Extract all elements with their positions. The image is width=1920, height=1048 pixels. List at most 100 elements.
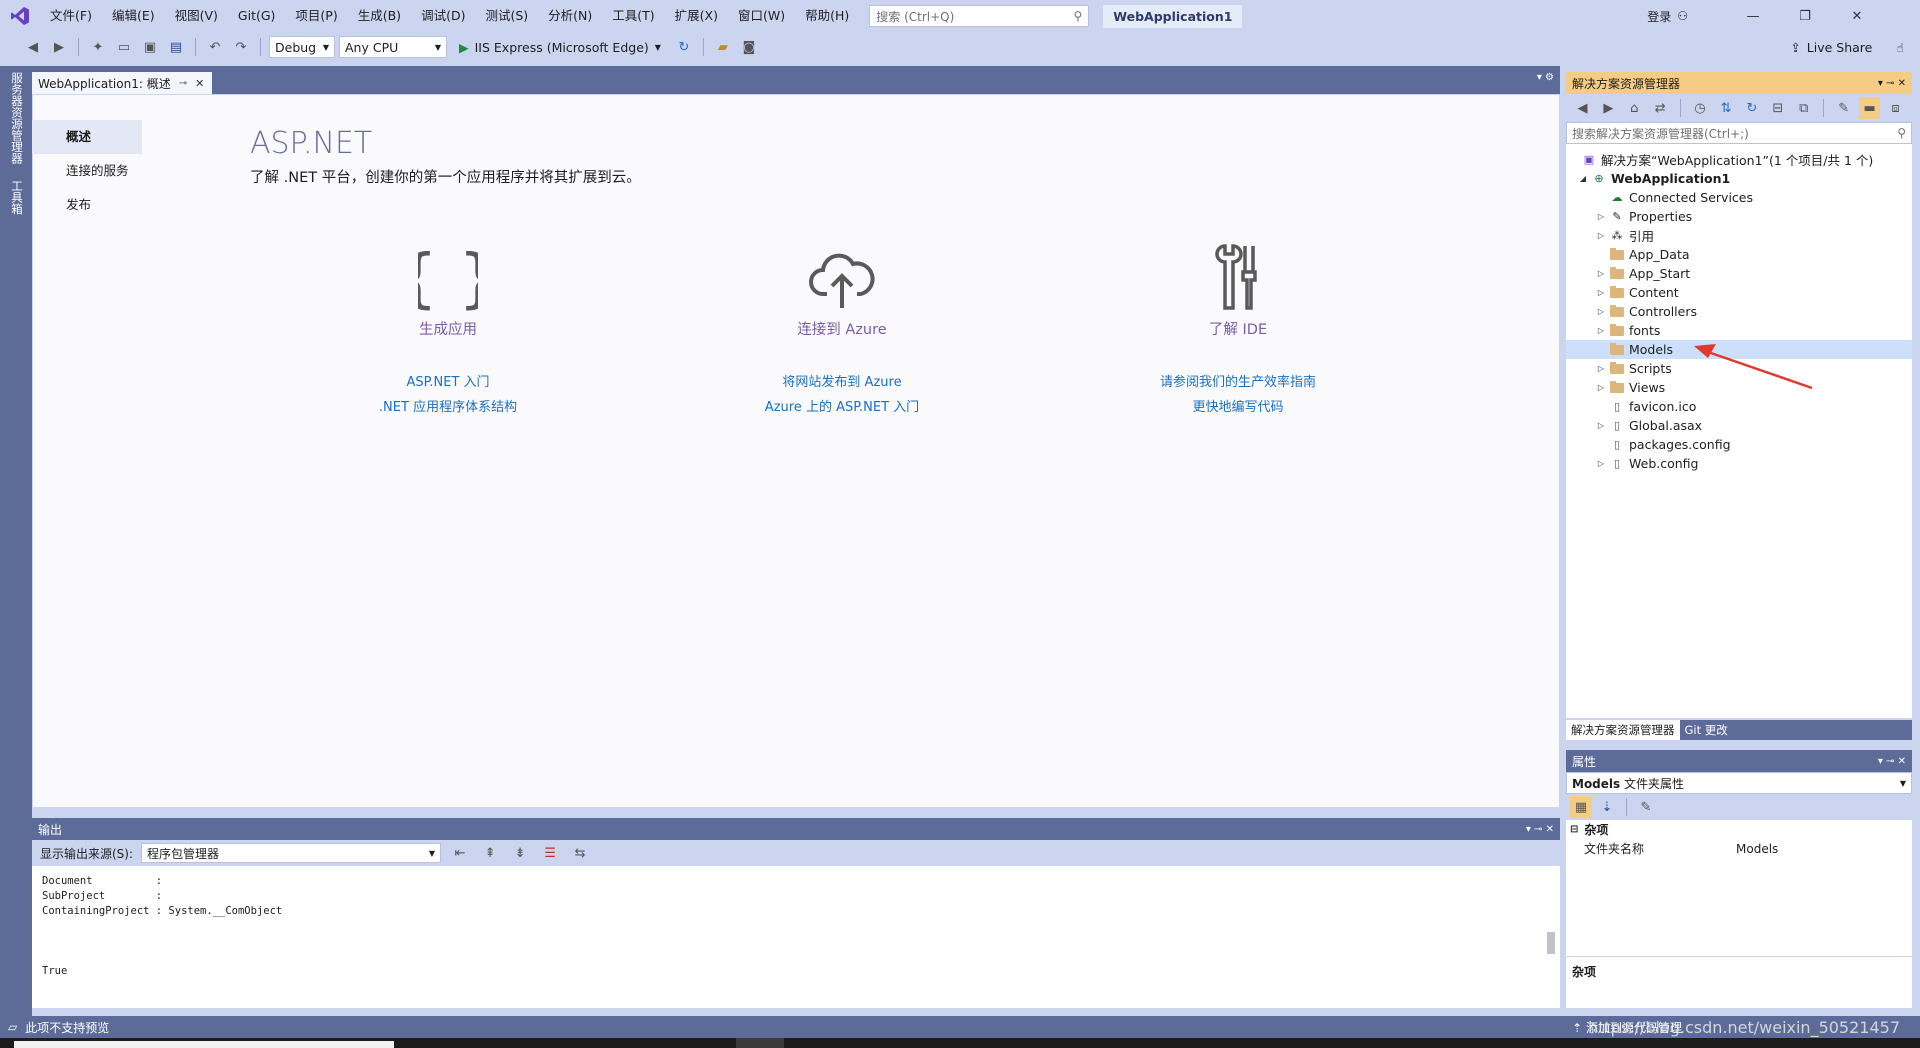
minimize-button[interactable]: — [1730,9,1776,24]
tree-item[interactable]: ▷ fonts [1566,321,1912,340]
menu-help[interactable]: 帮助(H) [795,0,859,32]
output-source-select[interactable]: 程序包管理器 ▼ [141,843,442,863]
pin-icon[interactable]: ⊸ [179,78,187,89]
menu-tools[interactable]: 工具(T) [602,0,664,32]
tree-item[interactable]: ▷ App_Start [1566,264,1912,283]
link-net-architecture[interactable]: .NET 应用程序体系结构 [318,400,578,415]
expand-icon[interactable]: ▷ [1594,459,1608,468]
show-all-files-icon[interactable]: ⧉ [1793,97,1814,119]
close-window-button[interactable]: ✕ [1834,9,1880,24]
tree-item[interactable]: ▷ Controllers [1566,302,1912,321]
expand-icon[interactable]: ▷ [1594,212,1608,221]
nav-publish[interactable]: 发布 [32,188,142,222]
menu-file[interactable]: 文件(F) [40,0,102,32]
menu-analyze[interactable]: 分析(N) [538,0,602,32]
menu-window[interactable]: 窗口(W) [728,0,795,32]
live-share-button[interactable]: ⇪ Live Share ☝ [1790,40,1920,55]
expand-icon[interactable]: ▷ [1594,269,1608,278]
toolbox-tab[interactable]: 工具箱 [9,180,25,215]
refresh-icon[interactable]: ↻ [673,36,695,58]
tab-solution-explorer[interactable]: 解决方案资源管理器 [1566,720,1680,740]
menu-git[interactable]: Git(G) [228,0,286,32]
tree-item[interactable]: App_Data [1566,245,1912,264]
prev-message-icon[interactable]: ⇞ [479,842,501,864]
tree-item[interactable]: ☁ Connected Services [1566,188,1912,207]
maximize-button[interactable]: ❐ [1782,9,1828,24]
tree-solution[interactable]: ▣ 解决方案“WebApplication1”(1 个项目/共 1 个) [1566,150,1912,169]
close-icon[interactable]: ✕ [195,77,204,90]
tree-item[interactable]: ▷ ▯ Web.config [1566,454,1912,473]
open-folder-icon[interactable]: ▭ [113,36,135,58]
redo-icon[interactable]: ↷ [230,36,252,58]
tree-item[interactable]: ▷ ⁂ 引用 [1566,226,1912,245]
feature-label[interactable]: 生成应用 [318,318,578,339]
link-aspnet-intro[interactable]: ASP.NET 入门 [318,375,578,390]
platform-select[interactable]: Any CPU ▼ [339,36,447,58]
tree-project[interactable]: ◢ ⊕ WebApplication1 [1566,169,1912,188]
feedback-icon[interactable]: ☝ [1896,40,1904,55]
categorized-icon[interactable]: ▦ [1570,796,1592,818]
nav-overview[interactable]: 概述 [32,120,142,154]
link-productivity-guide[interactable]: 请参阅我们的生产效率指南 [1108,375,1368,390]
new-project-icon[interactable]: ✦ [87,36,109,58]
search-input[interactable]: 搜索 (Ctrl+Q) ⚲ [869,5,1090,27]
switch-views-icon[interactable]: ⇄ [1650,97,1671,119]
menu-view[interactable]: 视图(V) [165,0,228,32]
expand-icon[interactable]: ▷ [1594,364,1608,373]
collapse-icon[interactable]: ⊟ [1570,824,1578,835]
login-area[interactable]: 登录 ⚇ — ❐ ✕ [1647,8,1920,25]
alphabetical-icon[interactable]: ⇣ [1596,796,1618,818]
expand-icon[interactable]: ▷ [1594,307,1608,316]
link-publish-azure[interactable]: 将网站发布到 Azure [712,375,972,390]
expand-icon[interactable]: ▷ [1594,383,1608,392]
properties-wrench-icon[interactable]: ✎ [1833,97,1854,119]
tree-item[interactable]: ▯ favicon.ico [1566,397,1912,416]
menu-build[interactable]: 生成(B) [348,0,411,32]
clear-all-icon[interactable]: ☰ [539,842,561,864]
link-aspnet-on-azure[interactable]: Azure 上的 ASP.NET 入门 [712,400,972,415]
start-debugging-button[interactable]: ▶ IIS Express (Microsoft Edge) ▼ [451,40,669,55]
undo-icon[interactable]: ↶ [204,36,226,58]
configuration-select[interactable]: Debug ▼ [269,36,335,58]
tree-item[interactable]: ▷ ✎ Properties [1566,207,1912,226]
pending-changes-icon[interactable]: ◷ [1690,97,1711,119]
visual-studio-logo[interactable] [0,0,40,32]
refresh-icon[interactable]: ↻ [1741,97,1762,119]
properties-object-select[interactable]: Models 文件夹属性 ▼ [1566,772,1912,794]
next-message-icon[interactable]: ⇟ [509,842,531,864]
tree-item[interactable]: ▯ packages.config [1566,435,1912,454]
back-icon[interactable]: ◀ [22,36,44,58]
class-diagram-icon[interactable]: ⧈ [1885,97,1906,119]
save-all-icon[interactable]: ▤ [165,36,187,58]
preview-icon[interactable]: ▬ [1859,97,1881,119]
menu-extensions[interactable]: 扩展(X) [665,0,728,32]
forward-icon[interactable]: ▶ [48,36,70,58]
tree-item[interactable]: ▷ Content [1566,283,1912,302]
find-message-icon[interactable]: ⇤ [449,842,471,864]
expand-icon[interactable]: ▷ [1594,421,1608,430]
tab-webapplication1-overview[interactable]: WebApplication1: 概述 ⊸ ✕ [32,72,212,94]
server-explorer-tab[interactable]: 服务器资源管理器 [9,72,25,164]
login-label[interactable]: 登录 [1647,8,1671,25]
feature-label[interactable]: 了解 IDE [1108,318,1368,339]
back-icon[interactable]: ◀ [1572,97,1593,119]
panel-controls-icon[interactable]: ▾ ⊸ ✕ [1526,824,1554,835]
expanded-icon[interactable]: ◢ [1576,174,1590,183]
menu-test[interactable]: 测试(S) [475,0,538,32]
sync-icon[interactable]: ⇅ [1716,97,1737,119]
forward-icon[interactable]: ▶ [1598,97,1619,119]
home-icon[interactable]: ⌂ [1624,97,1645,119]
link-write-code-faster[interactable]: 更快地编写代码 [1108,400,1368,415]
screenshot-icon[interactable]: ◙ [738,36,760,58]
tree-item[interactable]: ▷ ▯ Global.asax [1566,416,1912,435]
menu-debug[interactable]: 调试(D) [411,0,475,32]
tab-list-icon[interactable]: ▾ ⚙ [1537,72,1554,83]
property-pages-icon[interactable]: ✎ [1635,796,1657,818]
property-row[interactable]: 文件夹名称 Models [1566,839,1912,858]
word-wrap-icon[interactable]: ⇆ [569,842,591,864]
property-category[interactable]: ⊟ 杂项 [1566,820,1912,839]
nav-connected-services[interactable]: 连接的服务 [32,154,142,188]
expand-icon[interactable]: ▷ [1594,288,1608,297]
feature-label[interactable]: 连接到 Azure [712,318,972,339]
save-icon[interactable]: ▣ [139,36,161,58]
